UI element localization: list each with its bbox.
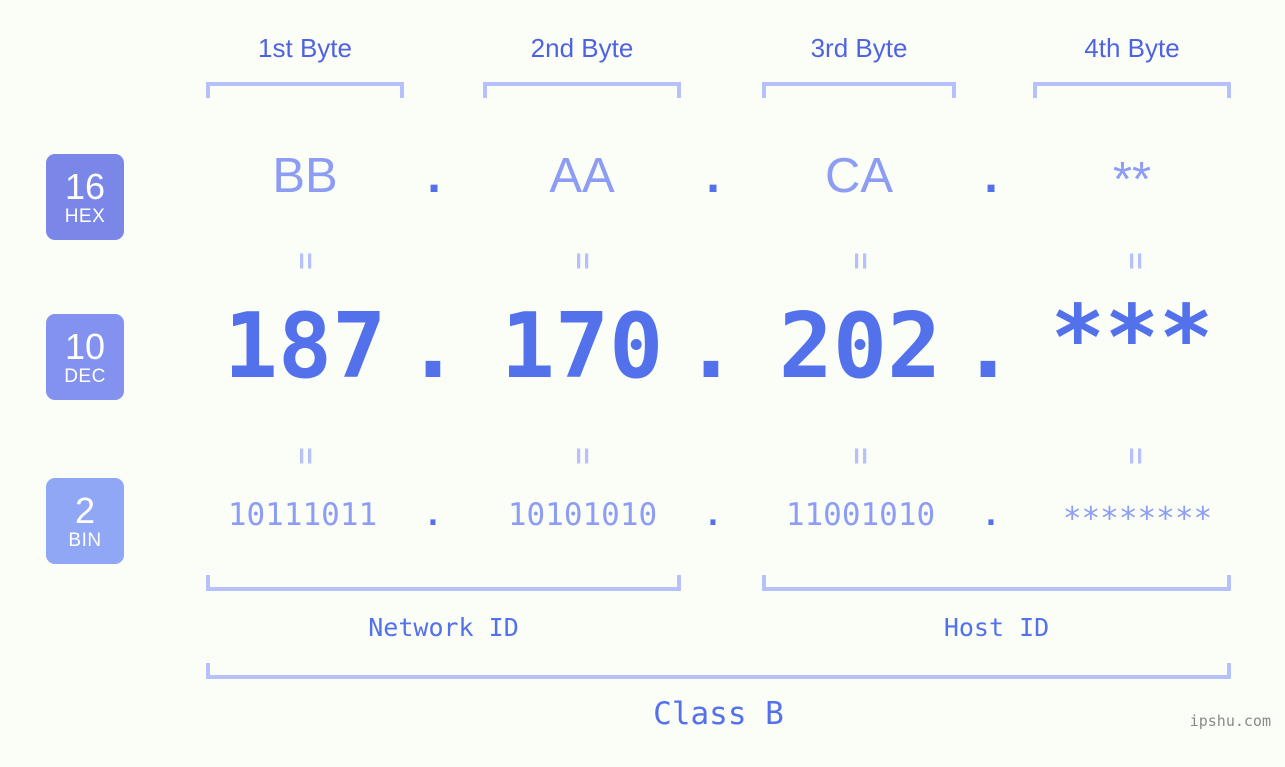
watermark: ipshu.com bbox=[1189, 712, 1271, 730]
badge-bin-name: BIN bbox=[68, 529, 102, 551]
dec-byte-2: 170 bbox=[500, 294, 664, 399]
dec-byte-1: 187 bbox=[223, 294, 387, 399]
hex-byte-1: BB bbox=[272, 149, 338, 203]
bin-byte-2: 10101010 bbox=[507, 497, 658, 533]
dec-separator-3: . bbox=[960, 294, 1016, 399]
equals-mark-dec-bin-1: = bbox=[289, 447, 322, 465]
hex-byte-4: ** bbox=[1112, 153, 1152, 207]
equals-mark-hex-dec-3: = bbox=[844, 252, 877, 270]
byte-header-3: 3rd Byte bbox=[810, 33, 908, 63]
byte-bracket-3 bbox=[762, 82, 956, 98]
dec-byte-4: *** bbox=[1050, 286, 1214, 391]
bin-byte-1: 10111011 bbox=[227, 497, 378, 533]
badge-hex: 16 HEX bbox=[46, 154, 124, 240]
equals-mark-hex-dec-2: = bbox=[566, 252, 599, 270]
hex-byte-3: CA bbox=[824, 149, 894, 203]
bin-separator-2: . bbox=[703, 497, 723, 533]
equals-mark-hex-dec-1: = bbox=[289, 252, 322, 270]
badge-bin-number: 2 bbox=[74, 489, 96, 531]
bin-byte-3: 11001010 bbox=[785, 497, 936, 533]
byte-bracket-1 bbox=[206, 82, 404, 98]
hex-byte-2: AA bbox=[549, 149, 615, 203]
hex-separator-2: . bbox=[706, 149, 720, 203]
byte-bracket-2 bbox=[483, 82, 681, 98]
host-id-label: Host ID bbox=[943, 613, 1050, 642]
dec-separator-2: . bbox=[683, 294, 739, 399]
badge-hex-name: HEX bbox=[64, 205, 106, 227]
class-label: Class B bbox=[653, 696, 784, 732]
dec-byte-3: 202 bbox=[778, 294, 942, 399]
badge-hex-number: 16 bbox=[64, 165, 106, 207]
badge-dec: 10 DEC bbox=[46, 314, 124, 400]
badge-dec-name: DEC bbox=[64, 365, 106, 387]
ip-address-diagram: 1st Byte 2nd Byte 3rd Byte 4th Byte 16 H… bbox=[0, 0, 1285, 767]
equals-mark-dec-bin-4: = bbox=[1119, 447, 1152, 465]
host-id-bracket bbox=[762, 575, 1231, 591]
byte-header-1: 1st Byte bbox=[258, 33, 352, 63]
bin-separator-3: . bbox=[981, 497, 1001, 533]
equals-mark-hex-dec-4: = bbox=[1119, 252, 1152, 270]
class-bracket bbox=[206, 663, 1231, 679]
network-id-bracket bbox=[206, 575, 681, 591]
byte-bracket-4 bbox=[1033, 82, 1231, 98]
byte-header-4: 4th Byte bbox=[1084, 33, 1180, 63]
hex-separator-1: . bbox=[427, 149, 441, 203]
byte-header-2: 2nd Byte bbox=[530, 33, 634, 63]
network-id-label: Network ID bbox=[368, 613, 519, 642]
equals-mark-dec-bin-3: = bbox=[844, 447, 877, 465]
bin-separator-1: . bbox=[423, 497, 443, 533]
badge-bin: 2 BIN bbox=[46, 478, 124, 564]
bin-byte-4: ******** bbox=[1062, 501, 1213, 537]
badge-dec-number: 10 bbox=[64, 325, 106, 367]
dec-separator-1: . bbox=[405, 294, 461, 399]
hex-separator-3: . bbox=[984, 149, 998, 203]
equals-mark-dec-bin-2: = bbox=[566, 447, 599, 465]
